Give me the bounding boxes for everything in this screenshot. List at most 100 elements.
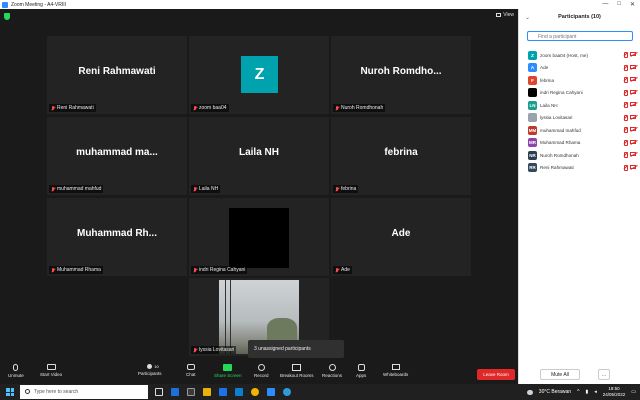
video-off-icon — [630, 89, 636, 94]
tile-caption-text: febrina — [341, 186, 357, 192]
participant-name: indri Regina Cahyani — [540, 90, 583, 96]
mute-all-button[interactable]: Mute All — [540, 369, 580, 380]
tile-display-name: muhammad ma... — [76, 147, 158, 158]
video-off-icon — [630, 114, 636, 119]
video-tile-reni[interactable]: Reni Rahmawati Reni Rahmawati — [47, 36, 187, 114]
participant-status — [623, 114, 636, 121]
windows-start-icon[interactable] — [6, 388, 14, 396]
store-icon[interactable] — [235, 388, 243, 396]
avatar: RR — [528, 163, 537, 173]
participant-name: lyssia Lovitasari — [540, 115, 573, 121]
video-tile-nuroh[interactable]: Nuroh Romdho... Nuroh Romdhonah — [331, 36, 471, 114]
more-options-button[interactable]: ... — [598, 369, 610, 380]
mic-muted-icon — [335, 105, 339, 111]
windows-taskbar: Type here to search 30°C Berawan ^ ▮ ◂ 1… — [0, 384, 640, 400]
avatar: MR — [528, 138, 537, 148]
tile-caption: zoom baa04 — [191, 104, 229, 112]
avatar: NR — [528, 150, 537, 160]
participant-status — [623, 139, 636, 146]
meeting-area: View Reni Rahmawati Reni Rahmawati Z zoo… — [0, 9, 518, 361]
mic-muted-icon — [623, 102, 628, 108]
record-label: Record — [254, 373, 269, 378]
video-tile-mahfud[interactable]: muhammad ma... muhammad mahfud — [47, 117, 187, 195]
tile-caption: febrina — [333, 185, 359, 193]
weather-text[interactable]: 30°C Berawan — [539, 389, 571, 395]
tray-chevron-icon[interactable]: ^ — [577, 389, 579, 395]
view-label: View — [503, 12, 514, 18]
share-screen-button[interactable]: Share Screen — [214, 364, 242, 378]
taskbar-search-box[interactable]: Type here to search — [20, 385, 148, 399]
zoom-taskbar-icon[interactable] — [267, 388, 275, 396]
participant-row[interactable]: MM muhammad mahfud — [519, 124, 640, 137]
participant-row[interactable]: Z zoom baa04 (Host, me) — [519, 49, 640, 62]
notification-icon[interactable]: ▭ — [631, 389, 636, 395]
unmute-button[interactable]: Unmute — [8, 364, 24, 378]
avatar: F — [528, 75, 537, 85]
chat-button[interactable]: Chat — [186, 364, 196, 377]
task-view-icon[interactable] — [155, 388, 163, 396]
tile-caption-text: lyssia Lovitasari — [199, 347, 235, 353]
participant-row[interactable]: A Ade — [519, 62, 640, 75]
apps-button[interactable]: Apps — [356, 364, 366, 378]
folder-icon[interactable] — [203, 388, 211, 396]
participant-name: Ade — [540, 65, 549, 71]
video-tile-indri[interactable]: indri Regina Cahyani — [189, 198, 329, 276]
maximize-button[interactable]: □ — [617, 1, 621, 8]
breakout-rooms-button[interactable]: Breakout Rooms — [280, 364, 314, 378]
chrome-icon[interactable] — [251, 388, 259, 396]
taskbar-search-placeholder: Type here to search — [34, 389, 79, 395]
meeting-toolbar: Unmute Start Video 10 Participants Chat … — [0, 361, 518, 384]
edge-browser-icon[interactable] — [171, 388, 179, 396]
share-screen-icon — [223, 364, 233, 371]
start-video-button[interactable]: Start Video — [40, 364, 62, 377]
close-button[interactable]: ✕ — [630, 1, 635, 8]
tile-caption-text: Muhammad Rhama — [57, 267, 101, 273]
video-off-icon — [630, 52, 636, 56]
whiteboards-button[interactable]: Whiteboards — [383, 364, 408, 377]
screen: Zoom Meeting - A4-VRIII — □ ✕ View Reni … — [0, 0, 640, 400]
minimize-button[interactable]: — — [602, 1, 608, 8]
video-off-icon — [630, 102, 636, 106]
participant-search-input[interactable] — [527, 31, 633, 41]
avatar: Z — [241, 56, 278, 93]
video-tile-rhama[interactable]: Muhammad Rh... Muhammad Rhama — [47, 198, 187, 276]
title-bar: Zoom Meeting - A4-VRIII — □ ✕ — [0, 0, 640, 9]
participant-row[interactable]: MR Muhammad Rhama — [519, 137, 640, 150]
video-tile-ade[interactable]: Ade Ade — [331, 198, 471, 276]
tile-caption: Nuroh Romdhonah — [333, 104, 386, 112]
reactions-button[interactable]: Reactions — [322, 364, 342, 378]
mail-icon[interactable] — [219, 388, 227, 396]
file-explorer-icon[interactable] — [187, 388, 195, 396]
participants-button[interactable]: 10 Participants — [138, 364, 162, 376]
video-tile-zoom[interactable]: Z zoom baa04 — [189, 36, 329, 114]
security-shield-icon[interactable] — [4, 13, 10, 20]
video-off-icon — [630, 164, 636, 169]
video-tile-febrina[interactable]: febrina febrina — [331, 117, 471, 195]
chat-icon — [186, 364, 195, 370]
clock[interactable]: 18:50 24/05/2022 — [603, 386, 626, 398]
participant-name: muhammad mahfud — [540, 127, 581, 133]
chat-label: Chat — [186, 372, 196, 377]
unmute-label: Unmute — [8, 373, 24, 378]
volume-icon[interactable]: ◂ — [594, 389, 597, 395]
tile-caption-text: Reni Rahmawati — [57, 105, 94, 111]
participants-panel: ⌄ Participants (10) Z zoom baa04 (Host, … — [518, 9, 640, 384]
participant-row[interactable]: NR Nuroh Romdhonah — [519, 149, 640, 162]
leave-room-button[interactable]: Leave Room — [477, 369, 515, 380]
video-tile-laila[interactable]: Laila NH Laila NH — [189, 117, 329, 195]
share-screen-label: Share Screen — [214, 373, 242, 378]
participant-row[interactable]: indri Regina Cahyani — [519, 87, 640, 100]
mic-muted-icon — [623, 114, 628, 121]
participant-row[interactable]: lyssia Lovitasari — [519, 112, 640, 125]
video-tree — [267, 318, 297, 342]
record-button[interactable]: Record — [254, 364, 269, 378]
participant-row[interactable]: RR Reni Rahmawati — [519, 162, 640, 175]
tile-caption: indri Regina Cahyani — [191, 266, 248, 274]
view-button[interactable]: View — [496, 12, 514, 18]
participant-row[interactable]: LN Laila NH — [519, 99, 640, 112]
participant-row[interactable]: F febrina — [519, 74, 640, 87]
participant-name: Nuroh Romdhonah — [540, 152, 579, 158]
avatar: Z — [528, 50, 537, 60]
network-icon[interactable]: ▮ — [585, 389, 588, 395]
app-icon[interactable] — [283, 388, 291, 396]
